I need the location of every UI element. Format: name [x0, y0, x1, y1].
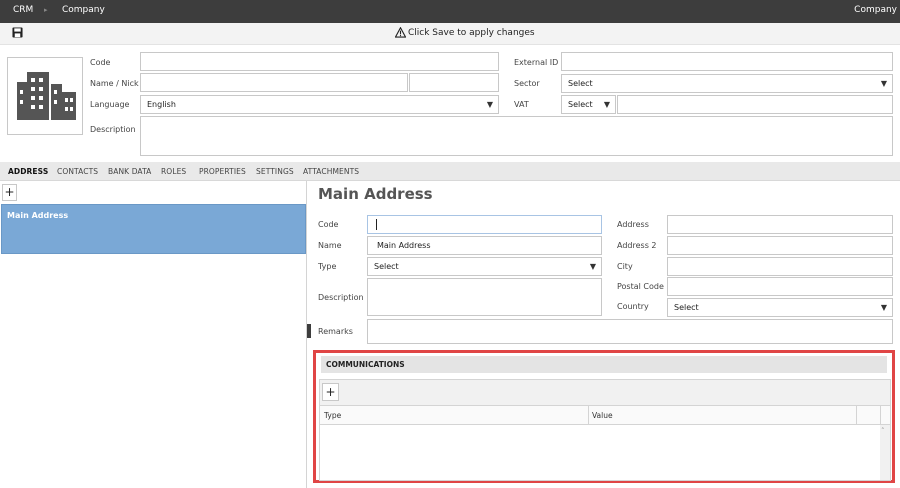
tab-attachments[interactable]: ATTACHMENTS — [303, 167, 359, 176]
grid-header-row: Type Value — [320, 405, 890, 425]
tab-bar: ADDRESS CONTACTS BANK DATA ROLES PROPERT… — [0, 162, 900, 181]
column-divider — [588, 406, 589, 425]
address-description-field[interactable] — [367, 278, 602, 316]
code-field[interactable] — [140, 52, 499, 71]
grid-scrollbar[interactable]: ˄ — [880, 425, 890, 480]
save-hint-message: Click Save to apply changes — [408, 28, 535, 38]
language-label: Language — [90, 100, 130, 109]
postal-code-label: Postal Code — [617, 282, 664, 291]
column-divider — [856, 406, 857, 425]
address-name-field[interactable]: Main Address — [367, 236, 602, 255]
language-select[interactable]: English ▼ — [140, 95, 499, 114]
sector-select[interactable]: Select ▼ — [561, 74, 893, 93]
vat-type-select[interactable]: Select ▼ — [561, 95, 616, 114]
vat-type-value: Select — [568, 100, 593, 109]
communications-header: COMMUNICATIONS — [321, 356, 887, 373]
address-code-label: Code — [318, 220, 339, 229]
building-icon — [17, 72, 76, 120]
external-id-label: External ID — [514, 58, 559, 67]
address-name-label: Name — [318, 241, 342, 250]
list-item-label: Main Address — [7, 211, 69, 220]
remarks-label: Remarks — [318, 327, 353, 336]
address-code-field[interactable] — [367, 215, 602, 234]
list-item[interactable]: Main Address — [1, 204, 306, 254]
description-label: Description — [90, 125, 136, 134]
communications-section: COMMUNICATIONS + Type Value ˄ — [313, 350, 895, 483]
chevron-down-icon: ▼ — [589, 262, 596, 271]
sector-label: Sector — [514, 79, 540, 88]
address-type-select[interactable]: Select ▼ — [367, 257, 602, 276]
chevron-down-icon: ▼ — [880, 79, 887, 88]
address2-label: Address 2 — [617, 241, 657, 250]
country-value: Select — [674, 303, 699, 312]
column-header-value[interactable]: Value — [592, 411, 613, 420]
nick-field[interactable] — [409, 73, 499, 92]
name-nick-label: Name / Nick — [90, 79, 139, 88]
postal-code-field[interactable] — [667, 277, 893, 296]
country-label: Country — [617, 302, 649, 311]
address-type-label: Type — [318, 262, 337, 271]
company-logo[interactable] — [7, 57, 83, 135]
code-label: Code — [90, 58, 111, 67]
toolbar: Click Save to apply changes — [0, 23, 900, 45]
tab-contacts[interactable]: CONTACTS — [57, 167, 98, 176]
sector-value: Select — [568, 79, 593, 88]
window-title: Company — [854, 5, 897, 15]
breadcrumb-crm[interactable]: CRM — [13, 5, 33, 15]
external-id-field[interactable] — [561, 52, 893, 71]
city-label: City — [617, 262, 633, 271]
address-description-label: Description — [318, 293, 364, 302]
tab-address[interactable]: ADDRESS — [8, 167, 48, 176]
address-line-label: Address — [617, 220, 649, 229]
breadcrumb-company[interactable]: Company — [62, 5, 105, 15]
chevron-down-icon: ▼ — [880, 303, 887, 312]
column-divider — [880, 406, 881, 425]
communications-grid: + Type Value ˄ — [319, 379, 891, 481]
add-address-button[interactable]: + — [2, 184, 17, 201]
tab-bank-data[interactable]: BANK DATA — [108, 167, 151, 176]
city-field[interactable] — [667, 257, 893, 276]
language-value: English — [147, 100, 176, 109]
page-title: Main Address — [318, 185, 433, 203]
remarks-field[interactable] — [367, 319, 893, 344]
chevron-down-icon: ▼ — [603, 100, 610, 109]
grid-body — [320, 425, 880, 480]
address-type-value: Select — [374, 262, 399, 271]
tab-properties[interactable]: PROPERTIES — [199, 167, 246, 176]
vat-label: VAT — [514, 100, 529, 109]
text-cursor — [376, 219, 377, 230]
save-icon[interactable] — [12, 27, 23, 40]
address-line-field[interactable] — [667, 215, 893, 234]
breadcrumb-separator-icon: ▸ — [44, 6, 48, 14]
chevron-down-icon: ▼ — [486, 100, 493, 109]
vat-field[interactable] — [617, 95, 893, 114]
tab-roles[interactable]: ROLES — [161, 167, 186, 176]
name-field[interactable] — [140, 73, 408, 92]
address2-field[interactable] — [667, 236, 893, 255]
communications-title: COMMUNICATIONS — [326, 360, 405, 369]
resize-handle[interactable] — [307, 324, 311, 338]
company-header: Code Name / Nick Language English ▼ Desc… — [0, 45, 900, 162]
description-field[interactable] — [140, 116, 893, 156]
tab-settings[interactable]: SETTINGS — [256, 167, 294, 176]
add-communication-button[interactable]: + — [322, 383, 339, 401]
country-select[interactable]: Select ▼ — [667, 298, 893, 317]
address-list-panel: + Main Address — [0, 181, 307, 488]
column-header-type[interactable]: Type — [324, 411, 341, 420]
warning-icon — [394, 26, 407, 40]
scroll-up-icon[interactable]: ˄ — [881, 427, 885, 435]
title-bar: CRM ▸ Company Company — [0, 0, 900, 23]
